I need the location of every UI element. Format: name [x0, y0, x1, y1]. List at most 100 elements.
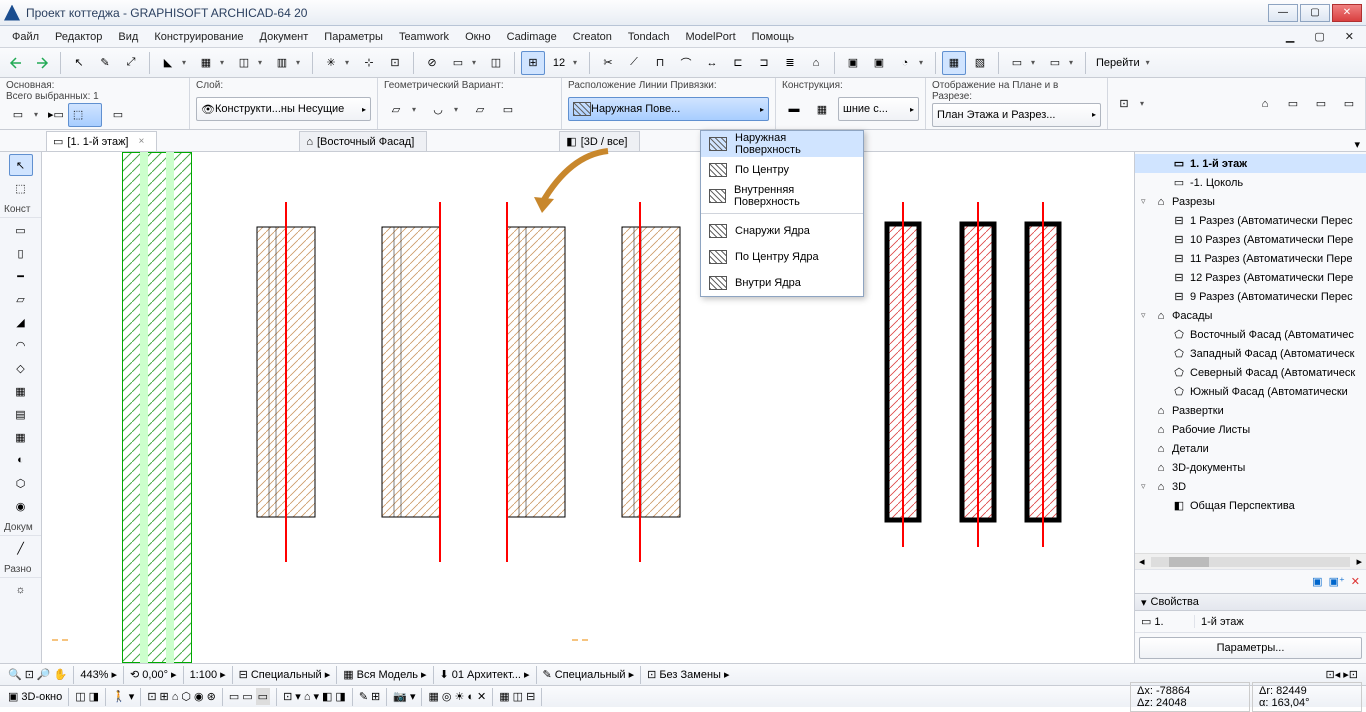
tree-item[interactable]: ⊟10 Разрез (Автоматически Пере	[1135, 230, 1366, 249]
home-button[interactable]: ⌂	[804, 51, 828, 75]
zoom-fit-icon[interactable]: ⊡	[25, 668, 34, 681]
menu-file[interactable]: Файл	[4, 31, 47, 43]
constr-basic-icon[interactable]: ▬	[782, 97, 806, 121]
geom-curved-icon[interactable]: ◡	[426, 97, 450, 121]
c3-icon[interactable]: ◧	[322, 690, 332, 703]
grid-snap-button[interactable]: ✳	[319, 51, 343, 75]
e2-icon[interactable]: ◫	[513, 690, 523, 703]
tree-scrollbar[interactable]: ◂▸	[1135, 553, 1366, 569]
e1-icon[interactable]: ▦	[499, 690, 509, 703]
magic-wand-button[interactable]: ✎	[93, 51, 117, 75]
tree-item[interactable]: ▿⌂Фасады	[1135, 306, 1366, 325]
tree-item[interactable]: ⊟1 Разрез (Автоматически Перес	[1135, 211, 1366, 230]
axo-icon[interactable]: ◨	[89, 690, 99, 703]
tree-item[interactable]: ⌂Рабочие Листы	[1135, 420, 1366, 439]
view-mode-button[interactable]: ▦	[942, 51, 966, 75]
override-value[interactable]: Без Замены	[659, 669, 721, 681]
c2-icon[interactable]: ⌂	[304, 691, 311, 703]
menu-options[interactable]: Параметры	[316, 31, 391, 43]
tab-elevation[interactable]: ⌂ [Восточный Фасад]	[299, 131, 427, 151]
t4-icon[interactable]: ⬡	[181, 690, 191, 703]
tool-default-icon[interactable]: ▭	[6, 103, 30, 127]
view-mode2-button[interactable]: ▧	[968, 51, 992, 75]
dim-button[interactable]: 12	[547, 51, 571, 75]
popup-core-center[interactable]: По Центру Ядра	[701, 244, 863, 270]
line-tool[interactable]: ╱	[9, 537, 33, 559]
surf-snap-button[interactable]: ⊡	[383, 51, 407, 75]
m2-icon[interactable]: ◎	[442, 690, 452, 703]
popup-core-inside[interactable]: Внутри Ядра	[701, 270, 863, 296]
roof-tool[interactable]: ◢	[9, 311, 33, 333]
tree-item[interactable]: ▭1. 1-й этаж	[1135, 154, 1366, 173]
t6-icon[interactable]: ⊛	[207, 690, 216, 703]
navigator-tree[interactable]: ▭1. 1-й этаж▭-1. Цоколь▿⌂Разрезы⊟1 Разре…	[1135, 152, 1366, 553]
lamp-tool[interactable]: ◉	[9, 495, 33, 517]
lamp2-tool[interactable]: ☼	[9, 579, 33, 601]
geom-poly-icon[interactable]: ▭	[496, 97, 520, 121]
scale-value[interactable]: 1:100	[190, 669, 218, 681]
wall-ref-icon[interactable]: ▭	[106, 103, 130, 127]
nav-next-icon[interactable]: ▸⊡	[1343, 668, 1358, 681]
nav-proj-icon[interactable]: ⌂	[1253, 92, 1277, 116]
tab-3d[interactable]: ◧ [3D / все]	[559, 131, 640, 151]
walk-icon[interactable]: 🚶	[112, 690, 126, 703]
elem-snap-button[interactable]: ⊹	[357, 51, 381, 75]
pens-value[interactable]: Специальный	[555, 669, 626, 681]
params-button[interactable]: Параметры...	[1139, 637, 1362, 659]
nav-view-icon[interactable]: ▭	[1281, 92, 1305, 116]
maximize-button[interactable]: ▢	[1300, 4, 1330, 22]
tree-item[interactable]: ⌂Детали	[1135, 439, 1366, 458]
restore-panel-icon[interactable]: ▢	[1306, 30, 1332, 43]
curtain-tool[interactable]: ▦	[9, 380, 33, 402]
delete-view-icon[interactable]: ✕	[1351, 575, 1360, 588]
popup-inner-face[interactable]: Внутренняя Поверхность	[701, 183, 863, 209]
constr-comp-icon[interactable]: ▦	[810, 97, 834, 121]
tree-item[interactable]: ⬠Западный Фасад (Автоматическ	[1135, 344, 1366, 363]
fillet-button[interactable]: ⌒	[674, 51, 698, 75]
tree-item[interactable]: ⬠Северный Фасад (Автоматическ	[1135, 363, 1366, 382]
adjust-button[interactable]: ⟋	[622, 51, 646, 75]
menu-view[interactable]: Вид	[110, 31, 146, 43]
wall-mode-button[interactable]: ⬚	[68, 103, 102, 127]
tree-item[interactable]: ▭-1. Цоколь	[1135, 173, 1366, 192]
tree-item[interactable]: ⌂3D-документы	[1135, 458, 1366, 477]
close-panel-icon[interactable]: ✕	[1337, 30, 1362, 43]
refline-combo[interactable]: Наружная Пове... ▸	[568, 97, 769, 121]
cam-icon[interactable]: 📷	[393, 690, 407, 703]
menu-edit[interactable]: Редактор	[47, 31, 110, 43]
align-button[interactable]: ◫	[484, 51, 508, 75]
menu-document[interactable]: Документ	[252, 31, 317, 43]
nav-prev-icon[interactable]: ⊡◂	[1326, 668, 1341, 681]
floor-dn-button[interactable]: ▭	[1043, 51, 1067, 75]
s2-icon[interactable]: ▭	[242, 690, 252, 703]
tree-item[interactable]: ⊟9 Разрез (Автоматически Перес	[1135, 287, 1366, 306]
split-button[interactable]: ✂	[596, 51, 620, 75]
menu-modelport[interactable]: ModelPort	[678, 31, 744, 43]
display-combo[interactable]: План Этажа и Разрез... ▸	[932, 103, 1101, 127]
tree-item[interactable]: ◧Общая Перспектива	[1135, 496, 1366, 515]
slab-tool[interactable]: ▱	[9, 288, 33, 310]
save-view-icon[interactable]: ▣⁺	[1329, 575, 1345, 588]
trace-button[interactable]: ▭	[446, 51, 470, 75]
pan-icon[interactable]: ✋	[54, 668, 68, 681]
offset-button[interactable]: ≣	[778, 51, 802, 75]
c4-icon[interactable]: ◨	[335, 690, 345, 703]
orient-icon[interactable]: ⟲	[130, 668, 139, 681]
floor-up-button[interactable]: ▭	[1005, 51, 1029, 75]
goto-label[interactable]: Перейти	[1092, 57, 1144, 69]
extend-button[interactable]: ⊐	[752, 51, 776, 75]
wall-tool[interactable]: ▭	[9, 219, 33, 241]
snap-button[interactable]: ◫	[232, 51, 256, 75]
pick-button[interactable]: ↖	[67, 51, 91, 75]
filter-button[interactable]: ◔	[893, 51, 917, 75]
tree-item[interactable]: ⊟12 Разрез (Автоматически Пере	[1135, 268, 1366, 287]
undo-button[interactable]	[4, 51, 28, 75]
tree-item[interactable]: ⊟11 Разрез (Автоматически Пере	[1135, 249, 1366, 268]
constr-combo[interactable]: шние с... ▸	[838, 97, 919, 121]
menu-tondach[interactable]: Tondach	[620, 31, 678, 43]
layercomb-value[interactable]: Специальный	[251, 669, 322, 681]
nav-pub-icon[interactable]: ▭	[1337, 92, 1361, 116]
tab-floorplan[interactable]: ▭ [1. 1-й этаж] ×	[46, 131, 157, 151]
geom-trap-icon[interactable]: ▱	[468, 97, 492, 121]
tree-item[interactable]: ▿⌂3D	[1135, 477, 1366, 496]
